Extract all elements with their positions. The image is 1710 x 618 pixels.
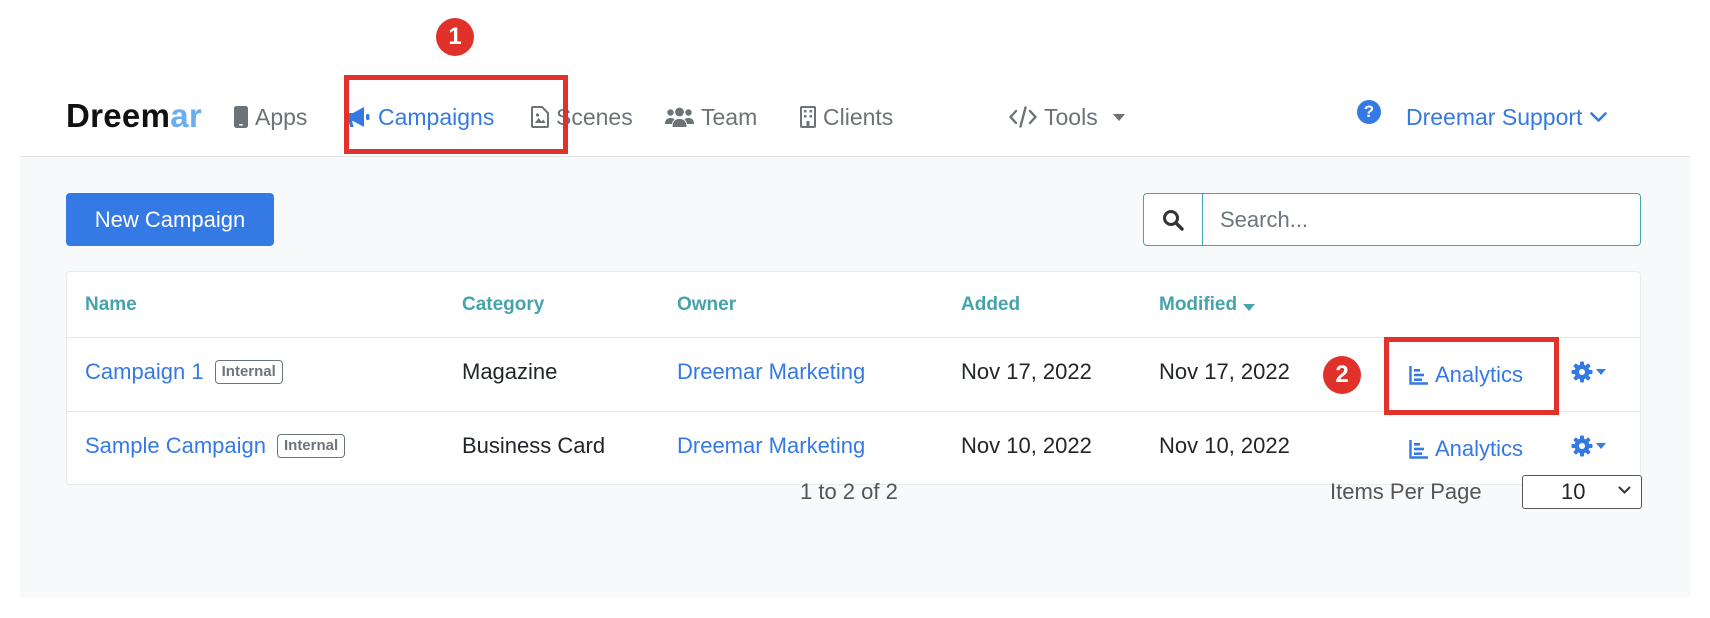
campaign-name-link[interactable]: Campaign 1: [85, 359, 204, 385]
gear-icon: [1571, 435, 1593, 457]
internal-badge: Internal: [214, 360, 283, 384]
owner-link[interactable]: Dreemar Marketing: [677, 412, 865, 480]
help-icon[interactable]: ?: [1357, 100, 1381, 124]
category-cell: Business Card: [462, 433, 606, 458]
column-header-label: Modified: [1159, 294, 1238, 315]
logo[interactable]: Dreemar: [66, 97, 202, 135]
file-image-icon: [531, 106, 549, 128]
nav-item-campaigns[interactable]: Campaigns: [347, 100, 494, 134]
added-cell: Nov 17, 2022: [961, 359, 1092, 384]
analytics-link[interactable]: Analytics: [1409, 341, 1523, 409]
internal-badge: Internal: [276, 434, 346, 458]
user-menu-label: Dreemar Support: [1406, 103, 1583, 130]
new-campaign-button[interactable]: New Campaign: [66, 193, 274, 246]
owner-link[interactable]: Dreemar Marketing: [677, 338, 865, 406]
chevron-down-icon: [1590, 111, 1608, 122]
category-cell: Magazine: [462, 359, 558, 384]
column-header-modified[interactable]: Modified: [1159, 294, 1256, 316]
analytics-label: Analytics: [1435, 436, 1524, 461]
sort-desc-icon: [1243, 303, 1256, 311]
nav-item-label: Campaigns: [378, 103, 495, 130]
top-navbar: Dreemar Apps Campaigns Scenes Team Clien…: [20, 70, 1690, 157]
items-per-page-value: 10: [1561, 479, 1586, 504]
column-header-category[interactable]: Category: [462, 294, 544, 316]
column-header-name[interactable]: Name: [85, 294, 137, 316]
nav-item-label: Apps: [255, 103, 308, 130]
nav-item-clients[interactable]: Clients: [800, 100, 893, 134]
gear-icon: [1571, 361, 1593, 383]
nav-item-scenes[interactable]: Scenes: [531, 100, 633, 134]
search-box: [1143, 193, 1641, 246]
caret-down-icon: [1112, 113, 1125, 121]
megaphone-icon: [348, 107, 370, 127]
mobile-icon: [234, 106, 248, 128]
main-content: New Campaign Name Category Owner Added M…: [20, 157, 1690, 598]
nav-item-label: Tools: [1044, 103, 1098, 130]
added-cell: Nov 10, 2022: [961, 433, 1092, 458]
building-icon: [800, 106, 816, 128]
nav-item-team[interactable]: Team: [665, 100, 757, 134]
search-input[interactable]: [1203, 194, 1640, 245]
chart-bar-icon: [1409, 440, 1428, 459]
column-header-owner[interactable]: Owner: [677, 294, 736, 316]
chevron-down-icon: [1618, 486, 1631, 494]
analytics-link[interactable]: Analytics: [1409, 415, 1523, 483]
code-icon: [1009, 106, 1037, 128]
row-settings-dropdown[interactable]: [1571, 338, 1606, 406]
analytics-label: Analytics: [1435, 362, 1524, 387]
caret-down-icon: [1596, 443, 1606, 449]
users-icon: [665, 107, 694, 127]
chart-bar-icon: [1409, 366, 1428, 385]
row-settings-dropdown[interactable]: [1571, 412, 1606, 480]
nav-item-label: Scenes: [556, 103, 633, 130]
nav-item-label: Team: [701, 103, 758, 130]
nav-item-apps[interactable]: Apps: [234, 100, 307, 134]
nav-item-tools[interactable]: Tools: [1009, 100, 1125, 134]
items-per-page-label: Items Per Page: [1330, 479, 1482, 504]
caret-down-icon: [1596, 369, 1606, 375]
nav-item-label: Clients: [823, 103, 894, 130]
search-icon: [1163, 209, 1184, 231]
modified-cell: Nov 17, 2022: [1159, 359, 1290, 384]
annotation-marker-2: 2: [1323, 356, 1361, 394]
table-row: Sample Campaign Internal Business Card D…: [67, 411, 1640, 479]
annotation-marker-1: 1: [436, 18, 474, 56]
table-row: Campaign 1 Internal Magazine Dreemar Mar…: [67, 337, 1640, 405]
search-icon-addon[interactable]: [1144, 194, 1203, 245]
pagination-summary: 1 to 2 of 2: [800, 479, 898, 504]
user-menu[interactable]: Dreemar Support: [1406, 100, 1608, 134]
items-per-page-select[interactable]: 10: [1522, 475, 1642, 509]
column-header-added[interactable]: Added: [961, 294, 1020, 316]
modified-cell: Nov 10, 2022: [1159, 433, 1290, 458]
campaigns-table: Name Category Owner Added Modified Campa…: [66, 271, 1641, 485]
campaign-name-link[interactable]: Sample Campaign: [85, 433, 266, 459]
